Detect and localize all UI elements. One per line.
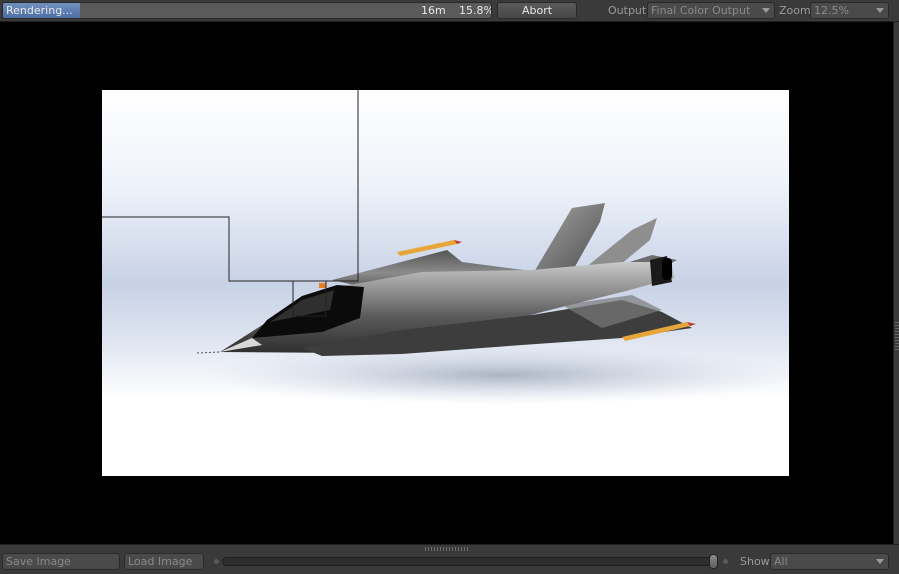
- render-window: Rendering... 16m 15.8% Abort Output Fina…: [0, 0, 899, 574]
- output-dropdown-value: Final Color Output: [651, 4, 751, 17]
- slider-min-marker: [214, 559, 219, 564]
- zoom-dropdown[interactable]: 12.5%: [810, 2, 889, 19]
- render-toolbar: Rendering... 16m 15.8% Abort Output Fina…: [0, 0, 899, 22]
- save-image-button[interactable]: Save Image: [2, 553, 120, 570]
- abort-button[interactable]: Abort: [497, 2, 577, 19]
- dropdown-arrow-icon: [876, 559, 884, 564]
- exposure-slider[interactable]: [222, 557, 716, 566]
- grip-icon: [895, 322, 899, 352]
- rendered-image: [102, 90, 789, 476]
- side-resize-handle[interactable]: [893, 22, 899, 544]
- slider-handle[interactable]: [709, 554, 718, 569]
- show-dropdown-value: All: [774, 555, 788, 568]
- show-label: Show: [740, 555, 770, 568]
- load-image-button[interactable]: Load Image: [124, 553, 204, 570]
- dropdown-arrow-icon: [762, 8, 770, 13]
- zoom-dropdown-value: 12.5%: [814, 4, 849, 17]
- render-progress-bar: Rendering... 16m 15.8%: [2, 2, 492, 19]
- render-status-text: Rendering...: [6, 4, 73, 17]
- elapsed-time: 16m: [421, 4, 446, 17]
- slider-max-marker: [723, 559, 728, 564]
- grip-icon[interactable]: [425, 547, 469, 551]
- progress-percent: 15.8%: [459, 4, 492, 17]
- zoom-label: Zoom: [779, 4, 811, 17]
- render-viewport[interactable]: [0, 22, 893, 544]
- render-bottom-bar: Save Image Load Image Show All: [0, 544, 899, 574]
- jet-render-illustration: [102, 90, 789, 476]
- dropdown-arrow-icon: [876, 8, 884, 13]
- output-label: Output: [608, 4, 647, 17]
- show-dropdown[interactable]: All: [770, 553, 889, 570]
- output-dropdown[interactable]: Final Color Output: [647, 2, 775, 19]
